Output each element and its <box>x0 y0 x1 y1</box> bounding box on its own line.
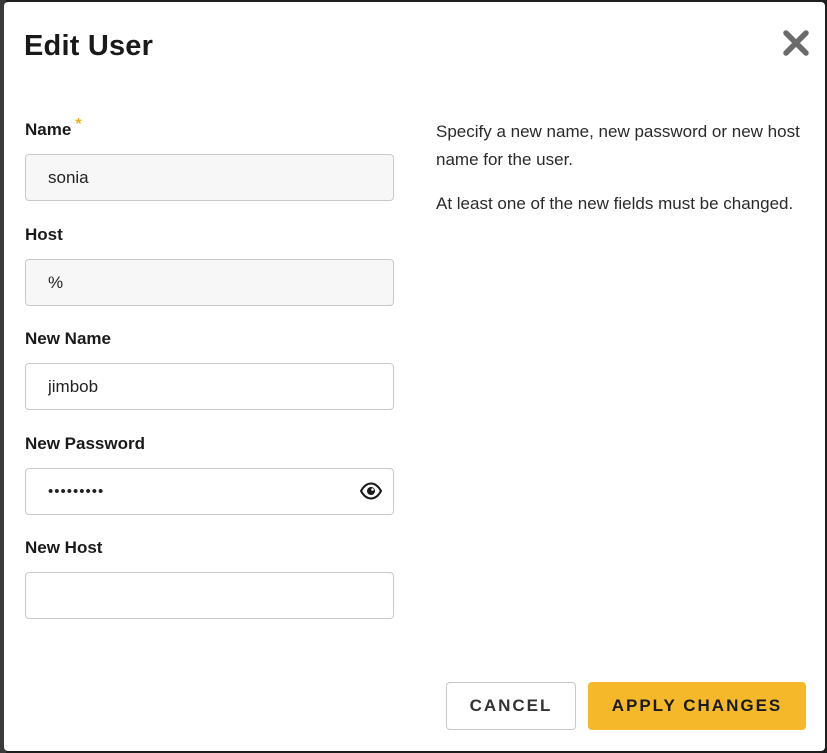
host-input[interactable] <box>25 259 394 306</box>
new-password-input[interactable] <box>25 468 394 515</box>
help-paragraph: At least one of the new fields must be c… <box>436 194 794 213</box>
help-paragraph: Specify a new name, new password or new … <box>436 122 800 169</box>
new-password-field: New Password <box>25 434 394 515</box>
close-button[interactable] <box>781 28 811 58</box>
dialog-title: Edit User <box>24 30 154 62</box>
host-field: Host <box>25 225 394 306</box>
new-host-input[interactable] <box>25 572 394 619</box>
close-icon <box>783 30 809 56</box>
required-marker: * <box>75 116 82 133</box>
name-input[interactable] <box>25 154 394 201</box>
help-text: Specify a new name, new password or new … <box>436 118 816 234</box>
eye-icon <box>359 482 383 500</box>
name-field: Name * <box>25 116 394 201</box>
edit-user-dialog: Edit User Name* Host New Name <box>4 2 825 751</box>
apply-changes-button[interactable]: APPLY CHANGES <box>588 682 806 730</box>
new-name-input[interactable] <box>25 363 394 410</box>
new-host-label: New Host <box>25 538 103 557</box>
new-name-field: New Name <box>25 329 394 410</box>
new-name-label: New Name <box>25 329 111 348</box>
host-label: Host <box>25 225 63 244</box>
name-label: Name * <box>25 116 82 139</box>
new-host-field: New Host <box>25 538 394 619</box>
new-password-label: New Password <box>25 434 145 453</box>
cancel-button[interactable]: CANCEL <box>446 682 576 730</box>
show-password-button[interactable] <box>359 482 383 500</box>
